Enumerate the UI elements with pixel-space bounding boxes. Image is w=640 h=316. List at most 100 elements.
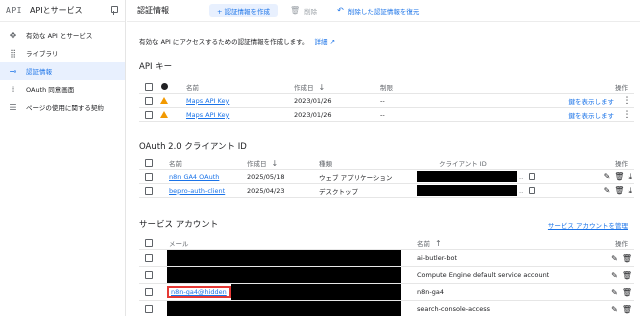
row-checkbox[interactable]	[145, 288, 153, 296]
email-cell	[153, 250, 415, 266]
api-key-name-link[interactable]: Maps API Key	[168, 111, 278, 119]
sidebar-item-credentials[interactable]: ⊸ 認証情報	[0, 62, 125, 80]
row-actions: ✎ 🗑 ⤓	[602, 186, 634, 196]
intro-description: 有効な API にアクセスするための認証情報を作成します。	[139, 38, 309, 46]
warning-icon	[160, 97, 168, 104]
account-name: search-console-access	[417, 305, 491, 313]
select-all-checkbox[interactable]	[145, 82, 153, 91]
undo-icon: ↶	[337, 6, 344, 15]
table-header: メール 名前 ↑ 操作	[139, 236, 634, 250]
row-checkbox[interactable]	[145, 271, 153, 279]
edit-icon[interactable]: ✎	[604, 186, 611, 195]
redacted-email	[230, 284, 401, 300]
sort-up-icon: ↑	[435, 238, 442, 248]
library-icon: ⣿	[10, 48, 16, 58]
delete-icon[interactable]: 🗑	[622, 305, 632, 314]
api-keys-title: API キー	[139, 62, 173, 72]
warning-icon	[160, 111, 168, 118]
edit-icon[interactable]: ✎	[611, 288, 618, 297]
copy-icon[interactable]	[529, 187, 536, 194]
service-account-email-link[interactable]: n8n-ga4@hidden	[167, 286, 231, 298]
sidebar-item-oauth-consent[interactable]: ⁞ OAuth 同意画面	[0, 80, 125, 98]
oauth-client-name-link[interactable]: n8n GA4 OAuth	[153, 173, 245, 181]
redacted-client-id	[417, 185, 517, 196]
row-actions: ✎ 🗑	[609, 271, 634, 280]
created-date: 2025/05/18	[247, 172, 285, 181]
table-row: n8n-ga4@hidden n8n-ga4 ✎ 🗑	[139, 284, 634, 301]
account-name: n8n-ga4	[417, 288, 444, 296]
sort-down-icon: ↓	[271, 158, 279, 168]
ellipsis: ..	[519, 186, 524, 195]
restore-deleted-button[interactable]: ↶ 削除した認証情報を復元	[329, 4, 427, 17]
row-actions: ✎ 🗑	[609, 305, 634, 314]
email-cell	[153, 301, 415, 316]
show-key-link[interactable]: 鍵を表示します	[567, 96, 617, 106]
row-actions: ✎ 🗑	[609, 254, 634, 263]
client-type: ウェブ アプリケーション	[319, 173, 393, 182]
row-checkbox[interactable]	[145, 172, 153, 181]
sidebar-title: APIとサービス	[29, 6, 83, 15]
header-actions: 操作	[615, 159, 628, 168]
edit-icon[interactable]: ✎	[611, 254, 618, 263]
pin-icon[interactable]	[110, 6, 118, 15]
download-icon[interactable]: ⤓	[628, 186, 632, 196]
table-row: Compute Engine default service account ✎…	[139, 267, 634, 284]
delete-button[interactable]: 🗑 削除	[286, 4, 321, 17]
copy-icon[interactable]	[529, 173, 536, 180]
manage-service-accounts-link[interactable]: サービス アカウントを管理	[548, 220, 628, 230]
oauth-table: 名前 作成日 ↓ 種類 クライアント ID 操作 n8n GA4 OAuth 20…	[139, 156, 634, 198]
sidebar-item-api-services[interactable]: ✥ 有効な API とサービス	[0, 26, 125, 44]
row-checkbox[interactable]	[145, 96, 153, 105]
api-key-name-link[interactable]: Maps API Key	[168, 97, 278, 105]
edit-icon[interactable]: ✎	[611, 271, 618, 280]
more-vert-icon[interactable]: ⋮	[622, 110, 632, 120]
oauth-client-name-link[interactable]: bepro-auth-client	[153, 187, 245, 195]
restore-label: 削除した認証情報を復元	[347, 7, 420, 16]
row-actions: ✎ 🗑 ⤓	[602, 172, 634, 182]
header-created[interactable]: 作成日 ↓	[278, 82, 378, 92]
edit-icon[interactable]: ✎	[604, 172, 611, 181]
table-header: 名前 作成日 ↓ 種類 クライアント ID 操作	[139, 156, 634, 170]
oauth-title: OAuth 2.0 クライアント ID	[139, 142, 247, 152]
account-name: ai-butler-bot	[417, 254, 457, 262]
delete-icon[interactable]: 🗑	[614, 172, 624, 181]
row-checkbox[interactable]	[145, 186, 153, 195]
api-keys-table: 名前 作成日 ↓ 制限 操作 Maps API Key 2023/01/26 --…	[139, 80, 634, 122]
header-actions: 操作	[615, 239, 628, 248]
header-actions: 操作	[615, 83, 628, 92]
more-vert-icon[interactable]: ⋮	[622, 96, 632, 106]
header-name: 名前	[186, 83, 199, 92]
redacted-email	[167, 267, 401, 283]
sort-down-icon: ↓	[318, 82, 326, 92]
sidebar-item-label: 認証情報	[26, 68, 52, 76]
main-content: 有効な API にアクセスするための認証情報を作成します。 詳細 ↗ API キ…	[127, 22, 640, 316]
download-icon[interactable]: ⤓	[628, 172, 632, 182]
delete-icon[interactable]: 🗑	[622, 288, 632, 297]
sidebar: API APIとサービス ✥ 有効な API とサービス ⣿ ライブラリ ⊸ 認…	[0, 0, 126, 316]
client-type: デスクトップ	[319, 187, 358, 196]
select-all-checkbox[interactable]	[145, 158, 153, 167]
agreement-icon: ☰	[9, 102, 17, 112]
learn-more-link[interactable]: 詳細 ↗	[315, 38, 336, 46]
delete-icon[interactable]: 🗑	[622, 271, 632, 280]
select-all-checkbox[interactable]	[145, 238, 153, 247]
delete-icon[interactable]: 🗑	[614, 186, 624, 195]
create-credentials-button[interactable]: + 認証情報を作成	[209, 4, 279, 17]
header-name[interactable]: 名前 ↑	[415, 238, 565, 248]
header-client-id: クライアント ID	[439, 159, 487, 168]
show-key-link[interactable]: 鍵を表示します	[567, 110, 617, 120]
ellipsis: ..	[519, 172, 524, 181]
delete-label: 削除	[304, 7, 318, 16]
row-checkbox[interactable]	[145, 254, 153, 262]
sidebar-item-library[interactable]: ⣿ ライブラリ	[0, 44, 125, 62]
api-services-icon: ✥	[9, 30, 17, 40]
row-checkbox[interactable]	[145, 305, 153, 313]
sidebar-item-agreements[interactable]: ☰ ページの使用に関する契約	[0, 98, 125, 116]
header-created[interactable]: 作成日 ↓	[245, 158, 317, 168]
trash-icon: 🗑	[290, 6, 301, 15]
delete-icon[interactable]: 🗑	[622, 254, 632, 263]
header-created-label: 作成日	[247, 159, 267, 168]
row-checkbox[interactable]	[145, 110, 153, 119]
edit-icon[interactable]: ✎	[611, 305, 618, 314]
table-row: ai-butler-bot ✎ 🗑	[139, 250, 634, 267]
